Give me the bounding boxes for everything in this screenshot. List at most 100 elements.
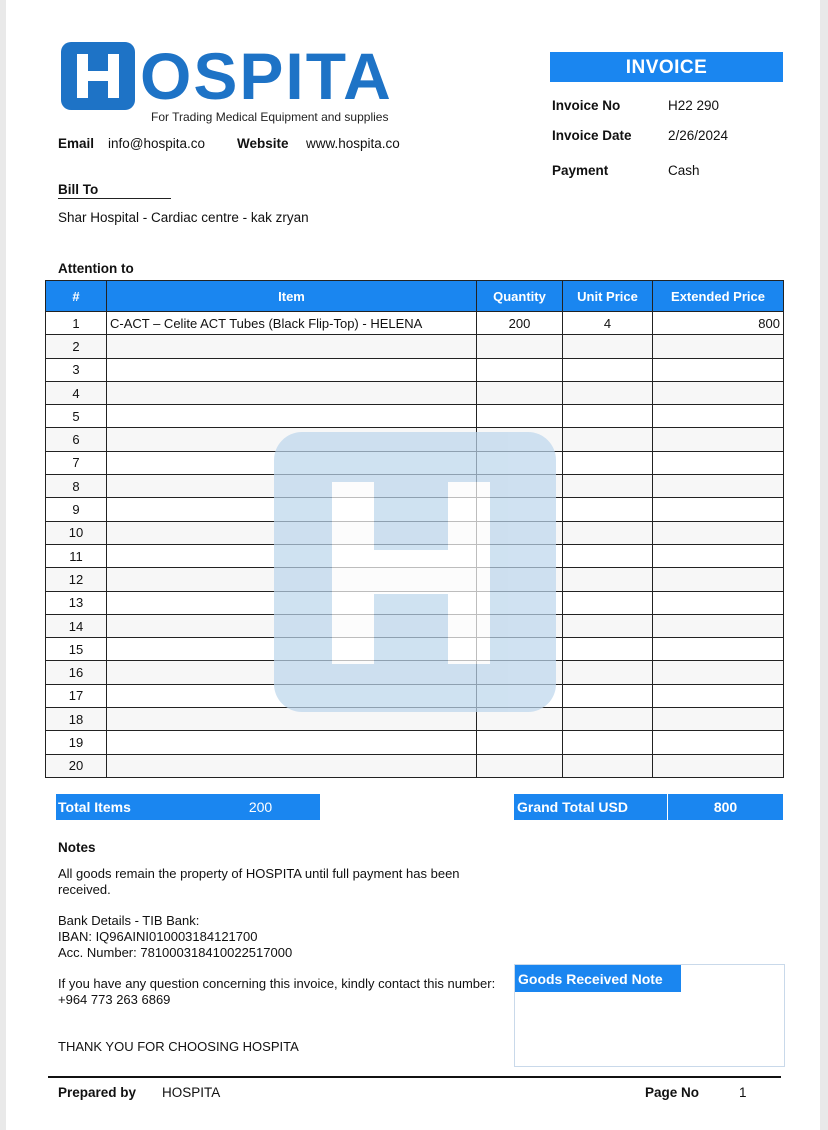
unit-price (562, 590, 653, 615)
row-number: 11 (45, 543, 107, 569)
bank-account: Acc. Number: 781000318410022517000 (58, 945, 293, 960)
item-description (106, 334, 477, 359)
page-no-label: Page No (645, 1085, 700, 1100)
logo-wordmark: OSPITA (140, 39, 393, 113)
row-number: 9 (45, 497, 107, 522)
bank-title: Bank Details - TIB Bank: (58, 913, 200, 928)
website-label: Website (237, 136, 289, 151)
unit-price (562, 637, 653, 662)
bank-iban: IBAN: IQ96AINI010003184121700 (58, 929, 258, 944)
unit-price (562, 613, 653, 639)
extended-price (652, 590, 784, 615)
extended-price (652, 497, 784, 522)
table-row: 3 (45, 357, 784, 382)
extended-price: 800 (652, 310, 784, 336)
item-description (106, 357, 477, 382)
extended-price (652, 404, 784, 429)
unit-price (562, 380, 653, 406)
extended-price (652, 753, 784, 778)
quantity (476, 357, 563, 382)
unit-price (562, 567, 653, 592)
table-row: 2 (45, 334, 784, 359)
col-header-item: Item (106, 280, 477, 312)
attention-label: Attention to (58, 261, 134, 276)
extended-price (652, 543, 784, 569)
goods-received-box: Goods Received Note (514, 964, 785, 1067)
row-number: 10 (45, 520, 107, 545)
notes-ownership: All goods remain the property of HOSPITA… (58, 866, 460, 897)
invoice-no-value: H22 290 (668, 98, 720, 113)
invoice-heading: INVOICE (550, 52, 783, 82)
total-items-value: 200 (201, 794, 320, 820)
item-description (106, 404, 477, 429)
website-value: www.hospita.co (306, 136, 400, 151)
quantity (476, 404, 563, 429)
unit-price (562, 660, 653, 685)
hospita-h-logo-icon (61, 42, 135, 110)
col-header-extended-price: Extended Price (652, 280, 784, 312)
extended-price (652, 707, 784, 732)
item-description (106, 380, 477, 406)
payment-label: Payment (552, 163, 609, 178)
row-number: 2 (45, 334, 107, 359)
col-header-quantity: Quantity (476, 280, 563, 312)
item-description (106, 753, 477, 778)
row-number: 8 (45, 474, 107, 499)
extended-price (652, 613, 784, 639)
col-header-unit-price: Unit Price (562, 280, 653, 312)
table-row: 20 (45, 753, 784, 778)
extended-price (652, 730, 784, 755)
quantity (476, 334, 563, 359)
row-number: 16 (45, 660, 107, 685)
row-number: 7 (45, 450, 107, 476)
unit-price (562, 357, 653, 382)
email-value: info@hospita.co (108, 136, 206, 151)
notes-thanks: THANK YOU FOR CHOOSING HOSPITA (58, 1039, 299, 1054)
extended-price (652, 683, 784, 709)
row-number: 17 (45, 683, 107, 709)
unit-price (562, 497, 653, 522)
row-number: 6 (45, 427, 107, 452)
invoice-no-label: Invoice No (552, 98, 621, 113)
row-number: 19 (45, 730, 107, 755)
notes-heading: Notes (58, 840, 96, 855)
row-number: 20 (45, 753, 107, 778)
bill-to-value: Shar Hospital - Cardiac centre - kak zry… (58, 210, 309, 225)
invoice-date-value: 2/26/2024 (668, 128, 729, 143)
extended-price (652, 334, 784, 359)
item-description (106, 730, 477, 755)
unit-price (562, 683, 653, 709)
footer-divider (48, 1076, 781, 1078)
unit-price (562, 404, 653, 429)
quantity (476, 753, 563, 778)
item-description: C-ACT – Celite ACT Tubes (Black Flip-Top… (106, 310, 477, 336)
unit-price (562, 707, 653, 732)
extended-price (652, 380, 784, 406)
col-header-number: # (45, 280, 107, 312)
unit-price: 4 (562, 310, 653, 336)
notes-contact: If you have any question concerning this… (58, 976, 496, 1007)
extended-price (652, 450, 784, 476)
extended-price (652, 637, 784, 662)
row-number: 1 (45, 310, 107, 336)
quantity (476, 380, 563, 406)
row-number: 13 (45, 590, 107, 615)
company-tagline: For Trading Medical Equipment and suppli… (151, 110, 389, 124)
grand-total-value: 800 (668, 794, 783, 820)
quantity: 200 (476, 310, 563, 336)
extended-price (652, 567, 784, 592)
invoice-page: OSPITA For Trading Medical Equipment and… (6, 0, 820, 1130)
extended-price (652, 474, 784, 499)
prepared-by-label: Prepared by (58, 1085, 137, 1100)
row-number: 18 (45, 707, 107, 732)
email-label: Email (58, 136, 95, 151)
row-number: 4 (45, 380, 107, 406)
row-number: 3 (45, 357, 107, 382)
quantity (476, 730, 563, 755)
notes-section: Notes All goods remain the property of H… (58, 840, 498, 1055)
bill-to-label: Bill To (58, 182, 171, 199)
total-items-label: Total Items (56, 794, 201, 820)
page-no-value: 1 (739, 1085, 747, 1100)
unit-price (562, 427, 653, 452)
unit-price (562, 520, 653, 545)
